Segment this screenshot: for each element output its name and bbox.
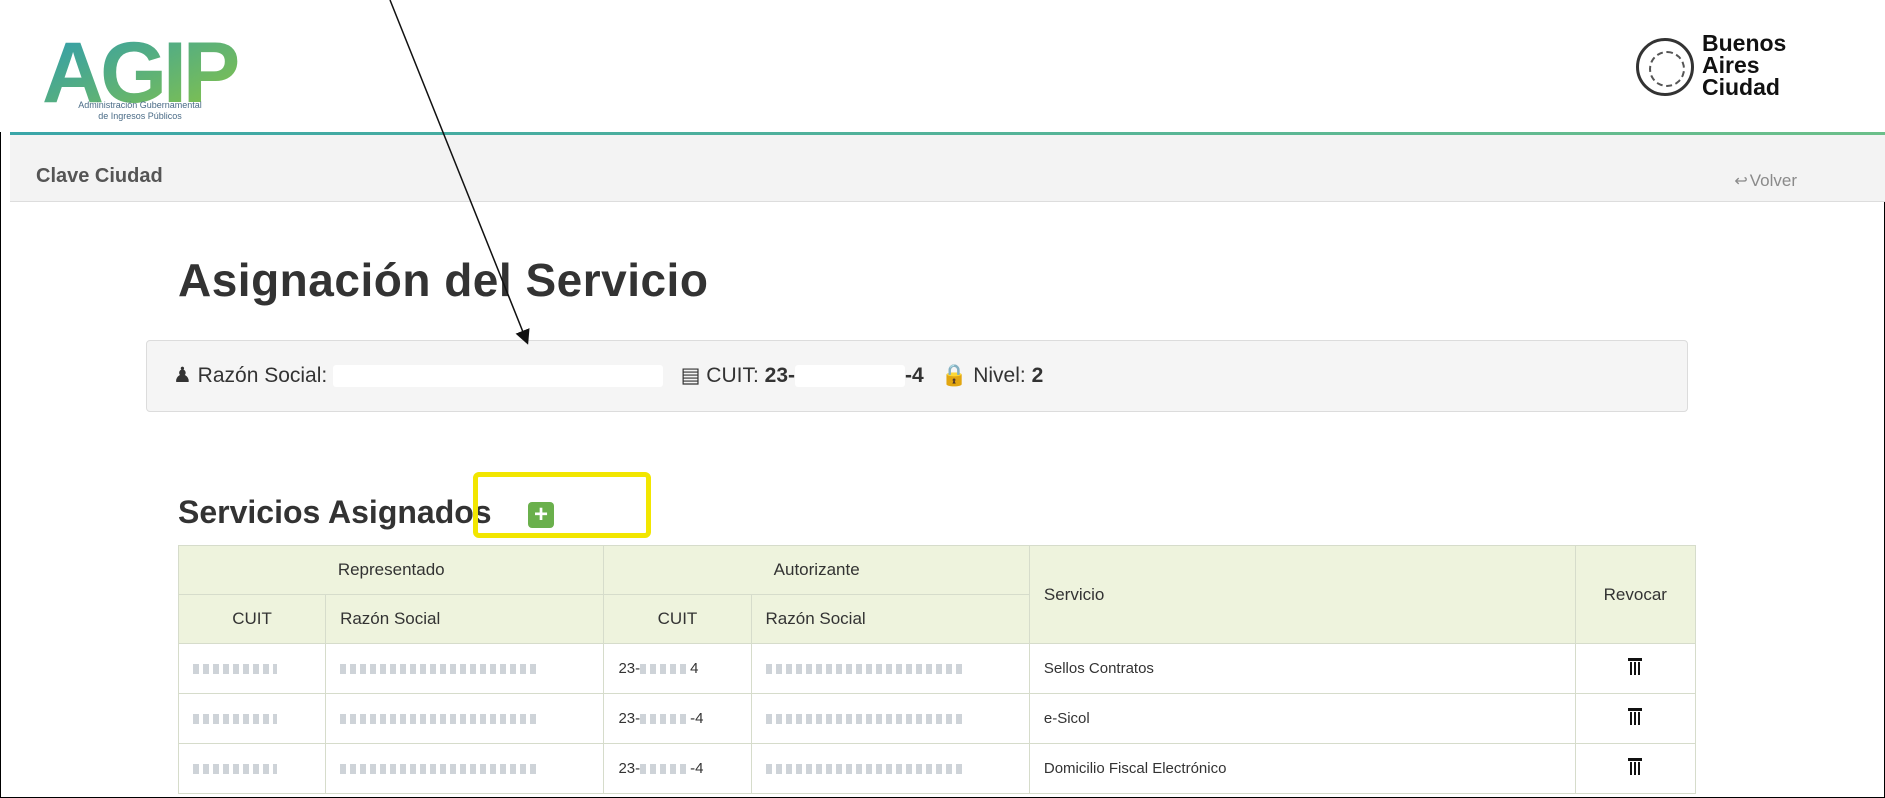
user-icon: ♟ <box>173 364 192 387</box>
id-card-icon: ▤ <box>680 364 701 387</box>
revoke-cell <box>1574 643 1697 694</box>
aut-cuit-cell: 23- -4 <box>603 743 752 794</box>
lock-icon: 🔒 <box>941 364 968 387</box>
revoke-cell <box>1574 693 1697 744</box>
table-row: 23- -4 e-Sicol <box>177 693 1697 744</box>
section-title: Servicios Asignados <box>178 494 492 530</box>
rep-cuit-cell <box>177 643 327 694</box>
user-info-row: ♟ Razón Social: ▤ CUIT: 23- -4 🔒 Nivel: 2 <box>173 363 1043 388</box>
agip-logo-subtitle: Administración Gubernamental de Ingresos… <box>78 100 202 121</box>
revoke-cell <box>1574 743 1697 794</box>
page-title: Asignación del Servicio <box>178 254 709 306</box>
services-table: Representado Autorizante Servicio Revoca… <box>177 545 1697 794</box>
nivel-value: 2 <box>1031 364 1044 387</box>
cuit-label: CUIT: <box>706 364 759 387</box>
table-row: 23- -4 Domicilio Fiscal Electrónico <box>177 743 1697 794</box>
aut-razon-cell <box>750 743 1030 794</box>
city-seal-icon <box>1636 38 1694 96</box>
header-representado: Representado <box>177 545 605 595</box>
highlight-box <box>473 472 651 538</box>
razon-social-value-redacted <box>333 365 664 388</box>
trash-icon[interactable] <box>1628 657 1643 676</box>
servicio-cell: e-Sicol <box>1028 693 1576 744</box>
table-row: 23- 4 Sellos Contratos <box>177 643 1697 694</box>
site-header: AGIP Administración Gubernamental de Ing… <box>0 0 1885 132</box>
navigation-bar: Clave Ciudad ↩ Volver <box>10 135 1885 202</box>
rep-cuit-cell <box>177 693 327 744</box>
rep-razon-cell <box>325 643 605 694</box>
rep-cuit-cell <box>177 743 327 794</box>
header-aut-cuit: CUIT <box>603 594 752 644</box>
back-link[interactable]: ↩ Volver <box>1734 171 1797 191</box>
back-link-label: Volver <box>1749 171 1797 190</box>
app-title: Clave Ciudad <box>36 165 163 187</box>
razon-social-label: Razón Social: <box>197 364 328 387</box>
header-rep-cuit: CUIT <box>177 594 327 644</box>
header-aut-razon: Razón Social <box>750 594 1030 644</box>
trash-icon[interactable] <box>1628 757 1643 776</box>
header-servicio: Servicio <box>1028 545 1576 644</box>
aut-razon-cell <box>750 643 1030 694</box>
aut-razon-cell <box>750 693 1030 744</box>
aut-cuit-cell: 23- -4 <box>603 693 752 744</box>
aut-cuit-cell: 23- 4 <box>603 643 752 694</box>
rep-razon-cell <box>325 743 605 794</box>
cuit-value-suffix: -4 <box>905 364 924 387</box>
header-rep-razon: Razón Social <box>325 594 605 644</box>
nivel-label: Nivel: <box>973 364 1026 387</box>
header-autorizante: Autorizante <box>603 545 1030 595</box>
servicio-cell: Domicilio Fiscal Electrónico <box>1028 743 1576 794</box>
header-revocar: Revocar <box>1574 545 1697 644</box>
buenos-aires-logo[interactable]: Buenos Aires Ciudad <box>1636 32 1885 108</box>
rep-razon-cell <box>325 693 605 744</box>
reply-arrow-icon: ↩ <box>1734 173 1748 190</box>
buenos-aires-text: Buenos Aires Ciudad <box>1702 30 1787 100</box>
user-info-panel: ♟ Razón Social: ▤ CUIT: 23- -4 🔒 Nivel: 2 <box>146 340 1688 412</box>
servicio-cell: Sellos Contratos <box>1028 643 1576 694</box>
cuit-value-prefix: 23- <box>764 364 795 387</box>
cuit-value-redacted <box>795 365 905 388</box>
trash-icon[interactable] <box>1628 707 1643 726</box>
